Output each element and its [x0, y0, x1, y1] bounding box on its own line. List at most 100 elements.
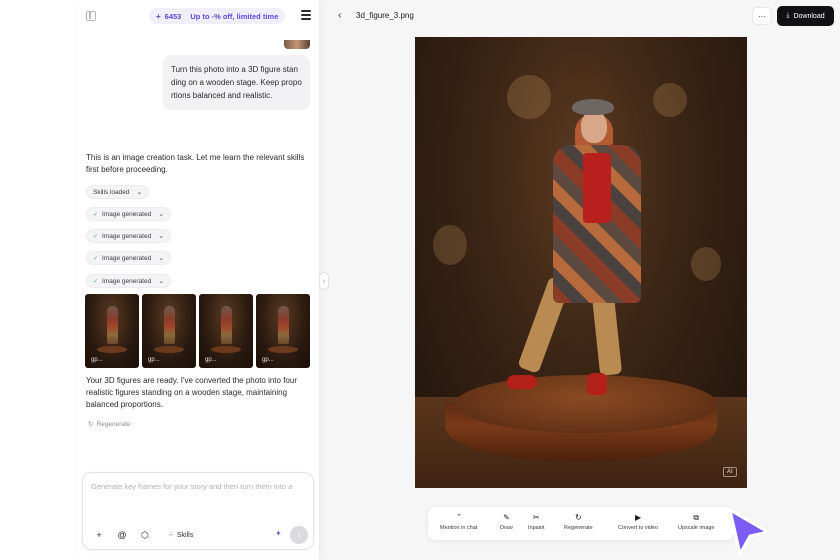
- video-icon: ▶: [634, 513, 642, 522]
- tool-mention-in-chat[interactable]: ” Mention in chat: [440, 513, 477, 531]
- credits-pill[interactable]: + 6453 Up to -% off, limited time: [149, 8, 286, 24]
- chevron-down-icon: ⌄: [136, 189, 143, 196]
- thumbnail-tag: gp...: [91, 357, 103, 363]
- step-label: Image generated: [102, 210, 152, 218]
- composer: Generate key frames for your story and t…: [82, 472, 314, 550]
- pen-icon: ✎: [503, 513, 510, 522]
- chevron-left-icon: ‹: [338, 10, 342, 21]
- plus-icon: +: [156, 11, 161, 21]
- result-thumbnail[interactable]: gp...: [85, 294, 139, 368]
- tool-inpaint[interactable]: ✂ Inpaint: [528, 513, 545, 531]
- tool-regenerate[interactable]: ↻ Regenerate: [564, 513, 593, 531]
- attach-button[interactable]: +: [91, 527, 107, 543]
- bokeh-light: [653, 83, 687, 117]
- download-button[interactable]: ⤓ Download: [777, 6, 834, 26]
- uploaded-photo-thumbnail[interactable]: [284, 40, 310, 49]
- download-label: Download: [793, 12, 825, 20]
- figure-preview: [221, 306, 232, 344]
- model-button[interactable]: ⬡: [137, 527, 153, 543]
- step-label: Image generated: [102, 277, 152, 285]
- step-label: Skills loaded: [93, 188, 130, 196]
- refresh-icon: ↻: [88, 421, 94, 428]
- step-chip[interactable]: ✓ Image generated ⌄: [86, 207, 172, 221]
- bokeh-light: [691, 247, 721, 281]
- check-icon: ✓: [93, 278, 99, 285]
- download-icon: ⤓: [786, 12, 790, 19]
- bokeh-light: [433, 225, 467, 265]
- pedestal-preview: [154, 346, 184, 353]
- credits-count: 6453: [164, 11, 182, 21]
- pedestal-top: [455, 375, 717, 433]
- chevron-right-icon: ›: [322, 277, 326, 285]
- result-thumbnail[interactable]: gp...: [256, 294, 310, 368]
- skills-button[interactable]: ⁘ Skills: [163, 527, 198, 543]
- scissors-icon: ✂: [532, 513, 540, 522]
- step-chip[interactable]: ✓ Image generated ⌄: [86, 229, 172, 243]
- tool-label: Inpaint: [528, 525, 545, 531]
- tool-convert-to-video[interactable]: ▶ Convert to video: [618, 513, 658, 531]
- pedestal-preview: [268, 346, 298, 353]
- thumbnail-tag: gp...: [205, 357, 217, 363]
- tool-label: Upscale image: [678, 525, 715, 531]
- chevron-down-icon: ⌄: [158, 255, 165, 262]
- thumbnail-tag: gp...: [148, 357, 160, 363]
- sidebar-toggle-icon[interactable]: [86, 11, 96, 21]
- pedestal-preview: [97, 346, 127, 353]
- upscale-icon: ⧉: [693, 513, 700, 522]
- figure-shoe-right: [587, 373, 607, 395]
- tool-draw[interactable]: ✎ Draw: [500, 513, 513, 531]
- ai-badge: AI: [723, 467, 737, 477]
- figure-preview: [164, 306, 175, 344]
- tool-label: Regenerate: [564, 525, 593, 531]
- cube-icon: ⬡: [141, 529, 149, 540]
- assistant-intro: This is an image creation task. Let me l…: [86, 153, 305, 174]
- tool-label: Convert to video: [618, 525, 659, 531]
- regenerate-button[interactable]: ↻ Regenerate: [88, 420, 131, 429]
- step-label: Image generated: [102, 232, 152, 240]
- step-chip[interactable]: ✓ Image generated ⌄: [86, 251, 172, 265]
- sparkle-icon[interactable]: ✦: [275, 529, 282, 538]
- regenerate-label: Regenerate: [96, 420, 131, 428]
- figure-shoe-left: [507, 375, 537, 389]
- back-button[interactable]: ‹: [338, 10, 341, 21]
- thumbnail-tag: gp...: [262, 357, 274, 363]
- prompt-input[interactable]: Generate key frames for your story and t…: [91, 482, 307, 491]
- result-thumbnail[interactable]: gp...: [142, 294, 196, 368]
- image-tools-bar: ” Mention in chat ✎ Draw ✂ Inpaint ↻ Regenerate…: [428, 507, 734, 540]
- figure-head: [581, 111, 607, 143]
- tool-upscale-image[interactable]: ⧉ Upscale image: [678, 513, 714, 531]
- pedestal-preview: [211, 346, 241, 353]
- generated-image[interactable]: AI: [415, 37, 747, 488]
- result-thumbnail[interactable]: gp...: [199, 294, 253, 368]
- check-icon: ✓: [93, 233, 99, 240]
- viewer-header: ‹ 3d_figure_3.png ··· ⤓ Download: [330, 0, 840, 32]
- step-chip[interactable]: Skills loaded ⌄: [86, 185, 150, 199]
- assistant-summary: Your 3D figures are ready. I've converte…: [86, 376, 297, 409]
- refresh-icon: ↻: [575, 513, 582, 522]
- plus-icon: +: [96, 530, 102, 540]
- ellipsis-icon: ···: [758, 11, 766, 21]
- figure-shirt: [583, 153, 611, 223]
- history-icon[interactable]: [301, 10, 311, 21]
- figure-preview: [107, 306, 118, 344]
- arrow-up-icon: ↑: [296, 530, 302, 540]
- chevron-down-icon: ⌄: [158, 211, 165, 218]
- left-gutter: [0, 0, 78, 560]
- at-icon: @: [117, 530, 127, 540]
- collapse-panel-button[interactable]: ›: [319, 272, 329, 290]
- promo-text: Up to -% off, limited time: [190, 11, 279, 21]
- more-options-button[interactable]: ···: [752, 7, 772, 25]
- mention-button[interactable]: @: [114, 527, 130, 543]
- tool-label: Draw: [500, 525, 513, 531]
- send-button[interactable]: ↑: [290, 526, 308, 544]
- chevron-down-icon: ⌄: [158, 278, 165, 285]
- quote-icon: ”: [457, 513, 460, 522]
- chevron-down-icon: ⌄: [158, 233, 165, 240]
- chat-header: + 6453 Up to -% off, limited time: [78, 0, 320, 32]
- skills-label: Skills: [176, 531, 194, 539]
- tool-label: Mention in chat: [440, 525, 478, 531]
- check-icon: ✓: [93, 255, 99, 262]
- figure-hat: [572, 99, 614, 115]
- step-chip[interactable]: ✓ Image generated ⌄: [86, 274, 172, 288]
- step-label: Image generated: [102, 254, 152, 262]
